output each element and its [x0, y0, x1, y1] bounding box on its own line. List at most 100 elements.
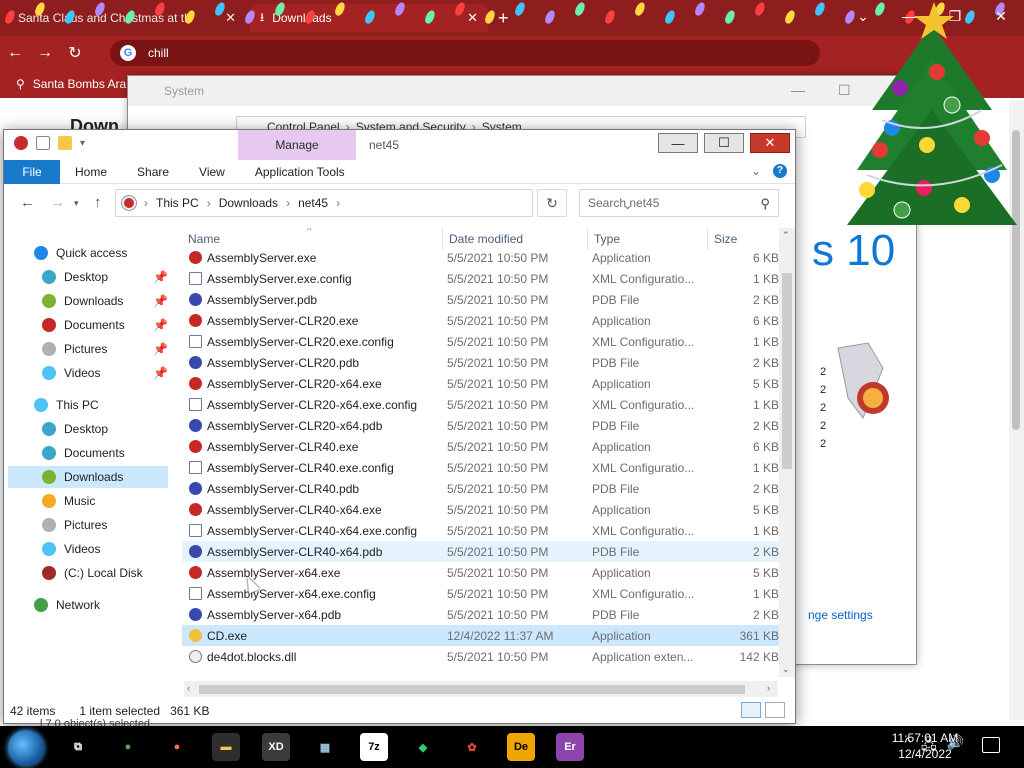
horizontal-scrollbar-thumb[interactable] [199, 685, 745, 694]
red-app-icon[interactable]: ✿ [458, 733, 486, 761]
scroll-down-icon[interactable]: ⌄ [782, 664, 790, 675]
manage-contextual-tab[interactable]: Manage [238, 130, 356, 160]
help-icon[interactable]: ? [773, 164, 787, 178]
details-view-button[interactable] [741, 702, 761, 718]
new-folder-icon[interactable] [58, 136, 72, 150]
green-app-icon[interactable]: ◆ [409, 733, 437, 761]
properties-icon[interactable] [36, 136, 50, 150]
notification-icon[interactable] [982, 737, 1000, 753]
minimize-button[interactable]: — [658, 133, 698, 153]
firefox-icon[interactable]: ● [163, 733, 191, 761]
file-row[interactable]: AssemblyServer.exe.config 5/5/2021 10:50 … [182, 268, 779, 289]
start-button[interactable] [8, 730, 44, 766]
column-name[interactable]: Name [188, 232, 220, 246]
new-tab-button[interactable]: + [498, 8, 509, 29]
nav-item-downloads[interactable]: Downloads 📌 [8, 290, 168, 312]
maximize-button[interactable]: ☐ [838, 82, 851, 99]
nav-item-this-pc[interactable]: This PC [8, 394, 168, 416]
nav-item-pictures[interactable]: Pictures [8, 514, 168, 536]
system-monitor-icon[interactable]: ▦ [311, 733, 339, 761]
nav-item-c-local-disk[interactable]: (C:) Local Disk [8, 562, 168, 584]
reload-button[interactable]: ↻ [60, 43, 90, 63]
back-button[interactable]: ← [20, 194, 35, 211]
file-row[interactable]: AssemblyServer-CLR20.exe.config 5/5/2021 … [182, 331, 779, 352]
large-icons-view-button[interactable] [765, 702, 785, 718]
minimize-button[interactable]: — [791, 82, 805, 98]
breadcrumb-downloads[interactable]: Downloads [219, 196, 278, 210]
search-input[interactable]: Search net45 ⚲ [579, 189, 779, 217]
nav-item-quick-access[interactable]: Quick access [8, 242, 168, 264]
de-app-icon[interactable]: De [507, 733, 535, 761]
nav-item-downloads[interactable]: Downloads [8, 466, 168, 488]
tab-home[interactable]: Home [60, 165, 122, 179]
forward-button[interactable]: → [30, 44, 60, 62]
maximize-button[interactable]: ❐ [932, 0, 978, 32]
back-button[interactable]: ← [0, 44, 30, 62]
breadcrumb-net45[interactable]: net45 [298, 196, 328, 210]
file-row[interactable]: AssemblyServer-CLR40.pdb 5/5/2021 10:50 P… [182, 478, 779, 499]
breadcrumb-this-pc[interactable]: This PC [156, 196, 199, 210]
nav-item-videos[interactable]: Videos 📌 [8, 362, 168, 384]
refresh-button[interactable]: ↻ [537, 189, 567, 217]
file-row[interactable]: AssemblyServer-CLR40-x64.pdb 5/5/2021 10:… [182, 541, 779, 562]
file-row[interactable]: AssemblyServer-x64.exe.config 5/5/2021 10… [182, 583, 779, 604]
nav-item-network[interactable]: Network [8, 594, 168, 616]
nav-item-desktop[interactable]: Desktop 📌 [8, 266, 168, 288]
nav-item-documents[interactable]: Documents [8, 442, 168, 464]
nav-item-pictures[interactable]: Pictures 📌 [8, 338, 168, 360]
change-settings-link[interactable]: nge settings [808, 608, 873, 622]
chevron-down-icon[interactable]: ⌄ [751, 164, 761, 178]
xd-app-icon[interactable]: XD [262, 733, 290, 761]
close-button[interactable]: ✕ [978, 0, 1024, 32]
nav-item-music[interactable]: Music [8, 490, 168, 512]
file-row[interactable]: AssemblyServer-CLR40-x64.exe.config 5/5/2… [182, 520, 779, 541]
tab-application-tools[interactable]: Application Tools [240, 165, 360, 179]
file-row[interactable]: AssemblyServer.exe 5/5/2021 10:50 PM Appli… [182, 247, 779, 268]
chrome-icon[interactable]: ● [114, 733, 142, 761]
chrome-tab-downloads[interactable]: ⭳ Downloads ✕ [250, 4, 488, 32]
address-bar[interactable]: G chill [110, 40, 820, 66]
file-row[interactable]: AssemblyServer.pdb 5/5/2021 10:50 PM PDB F… [182, 289, 779, 310]
close-button[interactable]: ✕ [750, 133, 790, 153]
close-icon[interactable]: ✕ [225, 10, 236, 26]
chrome-tab-santa[interactable]: Santa Claus and Christmas at th ✕ [8, 4, 246, 32]
address-bar[interactable]: › This PC › Downloads › net45 › ⌄ [115, 189, 632, 217]
nav-item-desktop[interactable]: Desktop [8, 418, 168, 440]
file-row[interactable]: AssemblyServer-CLR20.pdb 5/5/2021 10:50 P… [182, 352, 779, 373]
chevron-down-icon[interactable]: ▾ [80, 138, 85, 149]
file-row[interactable]: AssemblyServer-CLR20.exe 5/5/2021 10:50 P… [182, 310, 779, 331]
nav-item-documents[interactable]: Documents 📌 [8, 314, 168, 336]
file-row[interactable]: de4dot.blocks.dll 5/5/2021 10:50 PM Applic… [182, 646, 779, 667]
clock[interactable]: 11:57:01 AM 12/4/2022 [890, 730, 960, 762]
scroll-up-icon[interactable]: ⌃ [782, 230, 790, 241]
file-row[interactable]: AssemblyServer-CLR40-x64.exe 5/5/2021 10:… [182, 499, 779, 520]
file-row[interactable]: AssemblyServer-x64.pdb 5/5/2021 10:50 PM P… [182, 604, 779, 625]
page-scrollbar-thumb[interactable] [1012, 130, 1020, 430]
maximize-button[interactable]: ☐ [704, 133, 744, 153]
file-row[interactable]: AssemblyServer-CLR20-x64.exe 5/5/2021 10:… [182, 373, 779, 394]
scroll-right-icon[interactable]: › [767, 683, 770, 693]
chevron-down-icon[interactable]: ⌄ [840, 0, 886, 32]
column-type[interactable]: Type [594, 232, 620, 246]
er-app-icon[interactable]: Er [556, 733, 584, 761]
minimize-button[interactable]: — [886, 0, 932, 32]
file-row[interactable]: AssemblyServer-CLR20-x64.exe.config 5/5/2… [182, 394, 779, 415]
file-explorer-icon[interactable]: ▬ [212, 733, 240, 761]
tab-file[interactable]: File [4, 159, 60, 184]
task-view-icon[interactable]: ⧉ [64, 733, 92, 761]
nav-item-videos[interactable]: Videos [8, 538, 168, 560]
bookmark-item[interactable]: Santa Bombs Ara [33, 77, 126, 91]
recent-locations-button[interactable]: ▾ [74, 198, 79, 209]
up-button[interactable]: ↑ [94, 194, 102, 211]
file-row[interactable]: AssemblyServer-CLR20-x64.pdb 5/5/2021 10:… [182, 415, 779, 436]
scroll-left-icon[interactable]: ‹ [187, 683, 190, 693]
column-date[interactable]: Date modified [449, 232, 523, 246]
7zip-icon[interactable]: 7z [360, 733, 388, 761]
forward-button[interactable]: → [50, 194, 65, 211]
file-row[interactable]: AssemblyServer-x64.exe 5/5/2021 10:50 PM A… [182, 562, 779, 583]
file-row[interactable]: AssemblyServer-CLR40.exe 5/5/2021 10:50 P… [182, 436, 779, 457]
file-row[interactable]: AssemblyServer-CLR40.exe.config 5/5/2021 … [182, 457, 779, 478]
vertical-scrollbar-thumb[interactable] [782, 273, 792, 469]
file-row[interactable]: CD.exe 12/4/2022 11:37 AM Application 361 K… [182, 625, 779, 646]
close-icon[interactable]: ✕ [467, 10, 478, 26]
